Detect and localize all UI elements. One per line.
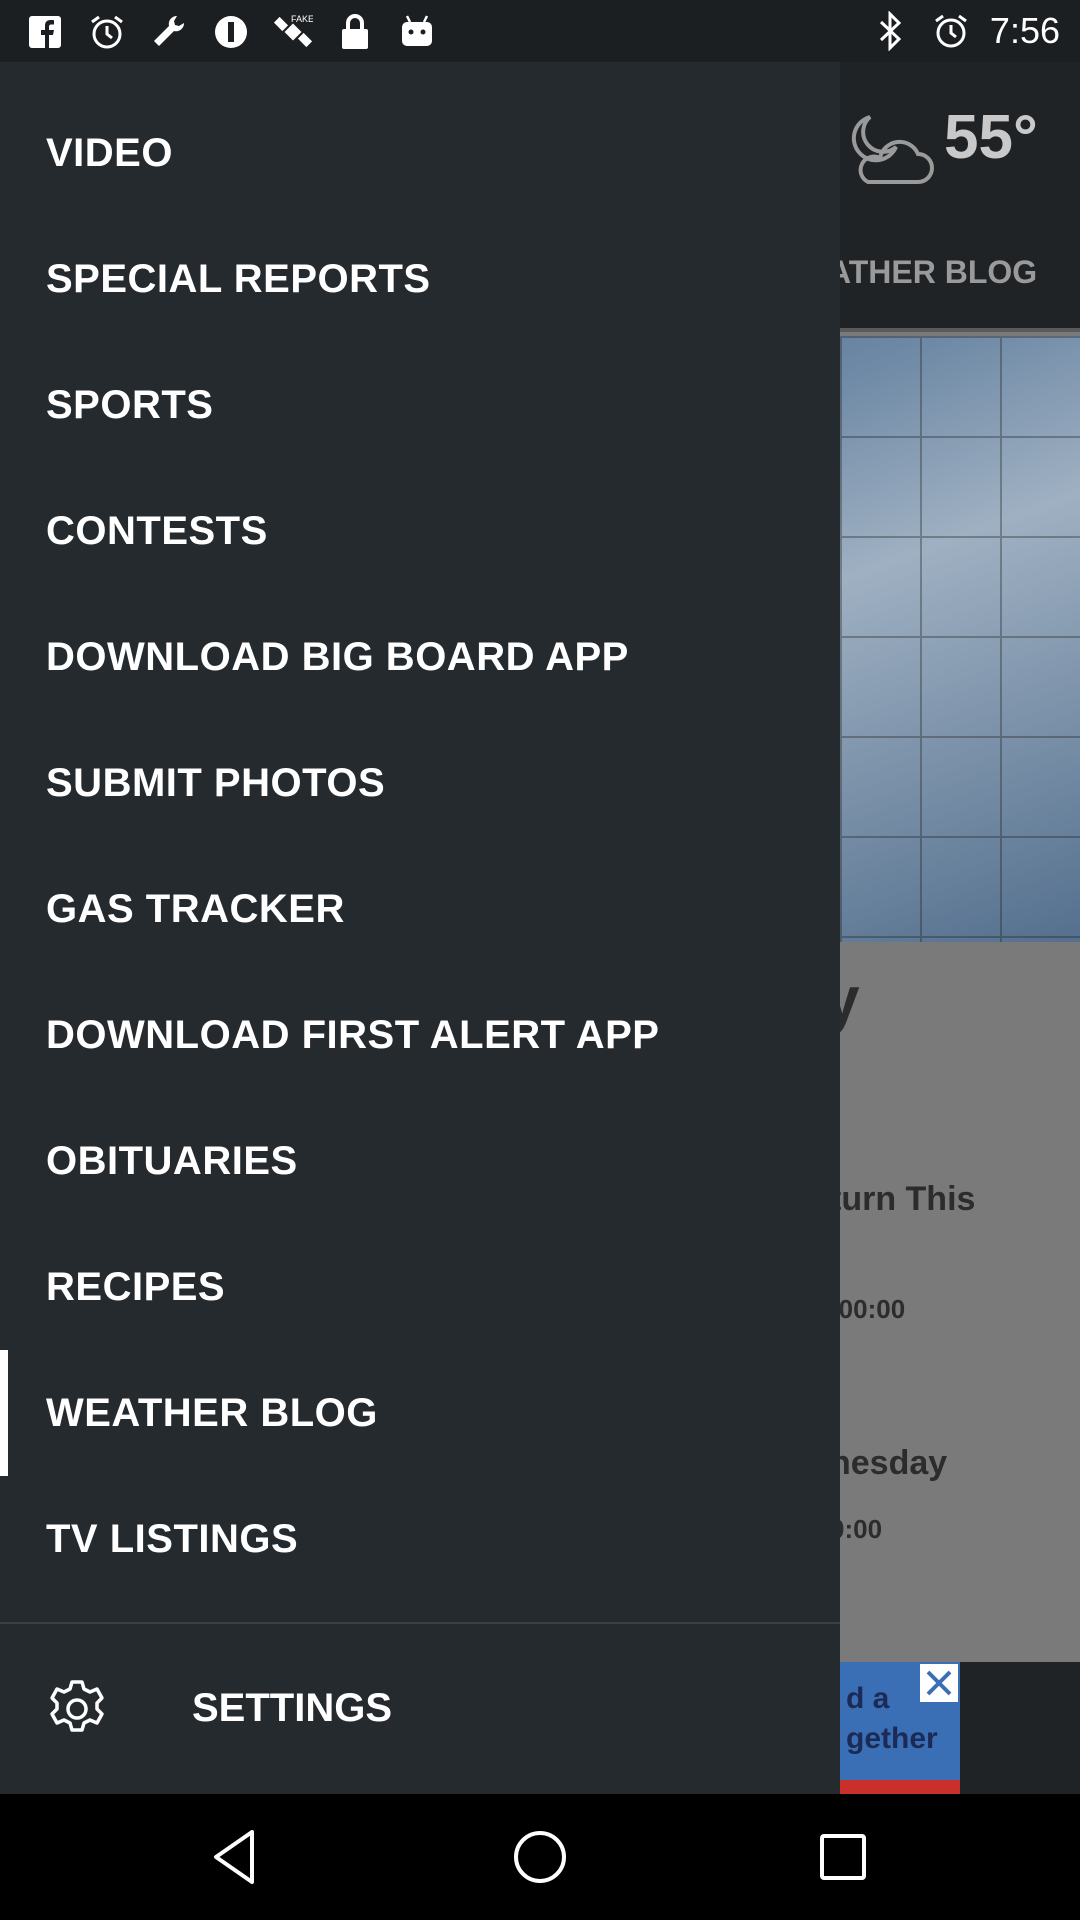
system-nav-bar [0,1794,1080,1920]
menu-item-sports[interactable]: SPORTS [0,342,840,468]
satellite-icon: FAKE [272,11,314,53]
ad-text-line2: gether [846,1722,938,1755]
wrench-icon [148,11,190,53]
tab-weather-blog[interactable]: ATHER BLOG [828,254,1037,291]
active-indicator [0,1350,8,1476]
drawer-divider [0,1622,840,1624]
status-bar: FAKE 7:56 [0,0,1080,62]
ad-text-line1: d a [846,1682,890,1715]
menu-item-label: GAS TRACKER [46,886,345,931]
ad-close-icon[interactable] [920,1664,958,1702]
menu-item-label: VIDEO [46,130,173,175]
alarm-icon [930,10,972,52]
menu-item-submit-photos[interactable]: SUBMIT PHOTOS [0,720,840,846]
menu-item-download-big-board-app[interactable]: DOWNLOAD BIG BOARD APP [0,594,840,720]
menu-item-tv-listings[interactable]: TV LISTINGS [0,1476,840,1602]
menu-item-label: CONTESTS [46,508,268,553]
svg-text:FAKE: FAKE [291,14,313,24]
facebook-icon [24,11,66,53]
menu-item-contests[interactable]: CONTESTS [0,468,840,594]
menu-item-label: SPECIAL REPORTS [46,256,431,301]
menu-item-label: DOWNLOAD BIG BOARD APP [46,634,629,679]
menu-item-video[interactable]: VIDEO [0,90,840,216]
navigation-drawer: VIDEO SPECIAL REPORTS SPORTS CONTESTS DO… [0,62,840,1794]
menu-item-label: RECIPES [46,1264,226,1309]
settings-button[interactable]: SETTINGS [0,1646,840,1772]
menu-item-special-reports[interactable]: SPECIAL REPORTS [0,216,840,342]
gear-icon [50,1680,104,1732]
lock-icon [334,11,376,53]
ad-side-area [960,1662,1080,1794]
article-title-1[interactable]: turn This [830,1180,975,1219]
status-icons-right: 7:56 [870,6,1060,56]
menu-item-label: WEATHER BLOG [46,1390,378,1435]
status-time: 7:56 [989,10,1060,51]
recents-icon[interactable] [808,1822,878,1892]
hero-image-grid [840,336,1080,942]
menu-item-label: DOWNLOAD FIRST ALERT APP [46,1012,660,1057]
bluetooth-icon [870,10,912,52]
menu-item-obituaries[interactable]: OBITUARIES [0,1098,840,1224]
alarm-icon [86,11,128,53]
menu-item-weather-blog[interactable]: WEATHER BLOG [0,1350,840,1476]
weather-temperature: 55° [944,103,1038,172]
menu-item-label: OBITUARIES [46,1138,298,1183]
menu-item-download-first-alert-app[interactable]: DOWNLOAD FIRST ALERT APP [0,972,840,1098]
status-icons-left: FAKE [24,10,438,54]
settings-label: SETTINGS [192,1686,393,1730]
menu-item-label: SUBMIT PHOTOS [46,760,386,805]
android-icon [396,11,438,53]
partly-cloudy-night-icon [851,115,934,184]
menu-item-recipes[interactable]: RECIPES [0,1224,840,1350]
back-icon[interactable] [202,1822,272,1892]
menu-item-gas-tracker[interactable]: GAS TRACKER [0,846,840,972]
article-time-1: -00:00 [830,1294,906,1324]
article-title-2[interactable]: nesday [830,1444,947,1483]
info-circle-icon [210,11,252,53]
menu-item-label: SPORTS [46,382,214,427]
menu-item-label: TV LISTINGS [46,1516,299,1561]
home-icon[interactable] [505,1822,575,1892]
